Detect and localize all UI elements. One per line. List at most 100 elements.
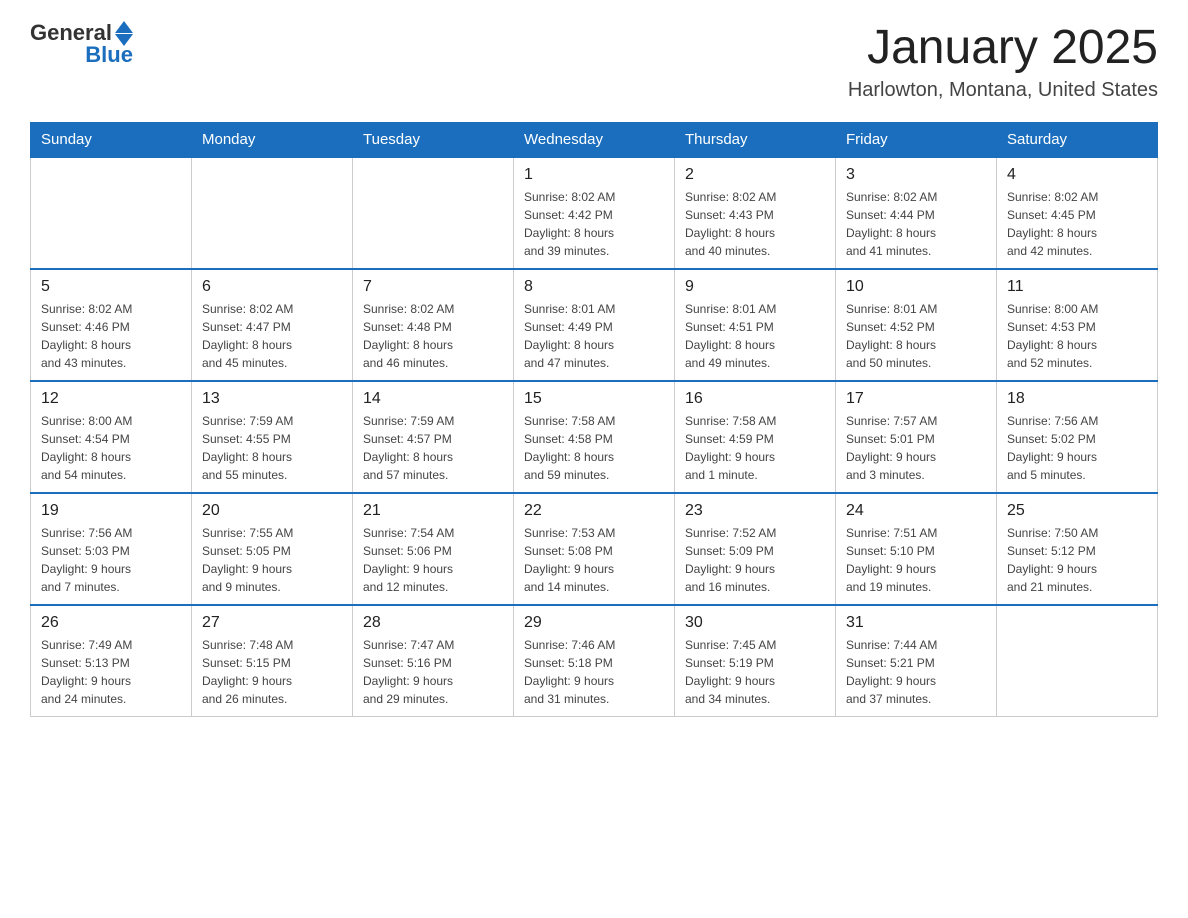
day-number: 25 bbox=[1007, 502, 1147, 520]
day-number: 6 bbox=[202, 278, 342, 296]
calendar-day-15: 15 Sunrise: 7:58 AMSunset: 4:58 PMDayligh… bbox=[514, 381, 675, 493]
day-header-friday: Friday bbox=[836, 123, 997, 158]
calendar-day-8: 8 Sunrise: 8:01 AMSunset: 4:49 PMDaylight… bbox=[514, 269, 675, 381]
calendar-day-29: 29 Sunrise: 7:46 AMSunset: 5:18 PMDayligh… bbox=[514, 605, 675, 717]
day-info: Sunrise: 8:02 AMSunset: 4:47 PMDaylight:… bbox=[202, 300, 342, 372]
day-number: 7 bbox=[363, 278, 503, 296]
day-info: Sunrise: 7:48 AMSunset: 5:15 PMDaylight:… bbox=[202, 636, 342, 708]
calendar-day-26: 26 Sunrise: 7:49 AMSunset: 5:13 PMDayligh… bbox=[31, 605, 192, 717]
day-number: 26 bbox=[41, 614, 181, 632]
day-number: 3 bbox=[846, 166, 986, 184]
calendar-day-23: 23 Sunrise: 7:52 AMSunset: 5:09 PMDayligh… bbox=[675, 493, 836, 605]
day-info: Sunrise: 7:46 AMSunset: 5:18 PMDaylight:… bbox=[524, 636, 664, 708]
calendar-day-24: 24 Sunrise: 7:51 AMSunset: 5:10 PMDayligh… bbox=[836, 493, 997, 605]
day-info: Sunrise: 7:45 AMSunset: 5:19 PMDaylight:… bbox=[685, 636, 825, 708]
day-number: 12 bbox=[41, 390, 181, 408]
calendar-empty-cell bbox=[31, 157, 192, 269]
day-info: Sunrise: 7:59 AMSunset: 4:55 PMDaylight:… bbox=[202, 412, 342, 484]
calendar-day-25: 25 Sunrise: 7:50 AMSunset: 5:12 PMDayligh… bbox=[997, 493, 1158, 605]
day-number: 21 bbox=[363, 502, 503, 520]
day-info: Sunrise: 7:54 AMSunset: 5:06 PMDaylight:… bbox=[363, 524, 503, 596]
day-number: 23 bbox=[685, 502, 825, 520]
calendar-day-4: 4 Sunrise: 8:02 AMSunset: 4:45 PMDaylight… bbox=[997, 157, 1158, 269]
calendar-day-20: 20Sunrise: 7:55 AMSunset: 5:05 PMDayligh… bbox=[192, 493, 353, 605]
calendar-day-21: 21 Sunrise: 7:54 AMSunset: 5:06 PMDayligh… bbox=[353, 493, 514, 605]
day-info: Sunrise: 8:00 AMSunset: 4:54 PMDaylight:… bbox=[41, 412, 181, 484]
day-info: Sunrise: 7:57 AMSunset: 5:01 PMDaylight:… bbox=[846, 412, 986, 484]
day-info: Sunrise: 7:53 AMSunset: 5:08 PMDaylight:… bbox=[524, 524, 664, 596]
day-info: Sunrise: 8:01 AMSunset: 4:49 PMDaylight:… bbox=[524, 300, 664, 372]
day-info: Sunrise: 7:56 AMSunset: 5:02 PMDaylight:… bbox=[1007, 412, 1147, 484]
calendar-day-5: 5 Sunrise: 8:02 AMSunset: 4:46 PMDaylight… bbox=[31, 269, 192, 381]
day-number: 28 bbox=[363, 614, 503, 632]
calendar-day-10: 10 Sunrise: 8:01 AMSunset: 4:52 PMDayligh… bbox=[836, 269, 997, 381]
calendar-day-18: 18Sunrise: 7:56 AMSunset: 5:02 PMDayligh… bbox=[997, 381, 1158, 493]
day-info: Sunrise: 7:51 AMSunset: 5:10 PMDaylight:… bbox=[846, 524, 986, 596]
day-number: 22 bbox=[524, 502, 664, 520]
logo-text-blue: Blue bbox=[85, 42, 133, 68]
calendar-day-1: 1 Sunrise: 8:02 AMSunset: 4:42 PMDaylight… bbox=[514, 157, 675, 269]
calendar-week-5: 26 Sunrise: 7:49 AMSunset: 5:13 PMDayligh… bbox=[31, 605, 1158, 717]
day-number: 13 bbox=[202, 390, 342, 408]
calendar-day-12: 12 Sunrise: 8:00 AMSunset: 4:54 PMDayligh… bbox=[31, 381, 192, 493]
calendar-empty-cell bbox=[997, 605, 1158, 717]
calendar-week-1: 1 Sunrise: 8:02 AMSunset: 4:42 PMDaylight… bbox=[31, 157, 1158, 269]
calendar-day-11: 11Sunrise: 8:00 AMSunset: 4:53 PMDayligh… bbox=[997, 269, 1158, 381]
day-number: 19 bbox=[41, 502, 181, 520]
calendar-empty-cell bbox=[353, 157, 514, 269]
title-block: January 2025 Harlowton, Montana, United … bbox=[848, 20, 1158, 102]
calendar-day-31: 31 Sunrise: 7:44 AMSunset: 5:21 PMDayligh… bbox=[836, 605, 997, 717]
day-number: 4 bbox=[1007, 166, 1147, 184]
day-info: Sunrise: 8:02 AMSunset: 4:42 PMDaylight:… bbox=[524, 188, 664, 260]
day-info: Sunrise: 7:55 AMSunset: 5:05 PMDaylight:… bbox=[202, 524, 342, 596]
day-info: Sunrise: 7:52 AMSunset: 5:09 PMDaylight:… bbox=[685, 524, 825, 596]
day-info: Sunrise: 7:44 AMSunset: 5:21 PMDaylight:… bbox=[846, 636, 986, 708]
day-header-wednesday: Wednesday bbox=[514, 123, 675, 158]
day-info: Sunrise: 8:02 AMSunset: 4:43 PMDaylight:… bbox=[685, 188, 825, 260]
day-header-thursday: Thursday bbox=[675, 123, 836, 158]
calendar-week-3: 12 Sunrise: 8:00 AMSunset: 4:54 PMDayligh… bbox=[31, 381, 1158, 493]
day-number: 29 bbox=[524, 614, 664, 632]
calendar-day-2: 2 Sunrise: 8:02 AMSunset: 4:43 PMDaylight… bbox=[675, 157, 836, 269]
day-number: 15 bbox=[524, 390, 664, 408]
day-info: Sunrise: 7:47 AMSunset: 5:16 PMDaylight:… bbox=[363, 636, 503, 708]
day-number: 24 bbox=[846, 502, 986, 520]
calendar-day-7: 7Sunrise: 8:02 AMSunset: 4:48 PMDaylight… bbox=[353, 269, 514, 381]
calendar-subtitle: Harlowton, Montana, United States bbox=[848, 79, 1158, 102]
calendar-day-14: 14 Sunrise: 7:59 AMSunset: 4:57 PMDayligh… bbox=[353, 381, 514, 493]
day-header-saturday: Saturday bbox=[997, 123, 1158, 158]
day-number: 17 bbox=[846, 390, 986, 408]
calendar-header-row: SundayMondayTuesdayWednesdayThursdayFrid… bbox=[31, 123, 1158, 158]
day-info: Sunrise: 7:56 AMSunset: 5:03 PMDaylight:… bbox=[41, 524, 181, 596]
day-number: 16 bbox=[685, 390, 825, 408]
calendar-empty-cell bbox=[192, 157, 353, 269]
day-info: Sunrise: 8:00 AMSunset: 4:53 PMDaylight:… bbox=[1007, 300, 1147, 372]
calendar-day-27: 27Sunrise: 7:48 AMSunset: 5:15 PMDayligh… bbox=[192, 605, 353, 717]
day-number: 31 bbox=[846, 614, 986, 632]
day-info: Sunrise: 8:02 AMSunset: 4:45 PMDaylight:… bbox=[1007, 188, 1147, 260]
day-number: 8 bbox=[524, 278, 664, 296]
logo: General Blue bbox=[30, 20, 133, 68]
calendar-week-2: 5 Sunrise: 8:02 AMSunset: 4:46 PMDaylight… bbox=[31, 269, 1158, 381]
calendar-day-3: 3 Sunrise: 8:02 AMSunset: 4:44 PMDaylight… bbox=[836, 157, 997, 269]
day-number: 2 bbox=[685, 166, 825, 184]
calendar-title: January 2025 bbox=[848, 20, 1158, 75]
calendar-day-30: 30Sunrise: 7:45 AMSunset: 5:19 PMDayligh… bbox=[675, 605, 836, 717]
calendar-day-13: 13 Sunrise: 7:59 AMSunset: 4:55 PMDayligh… bbox=[192, 381, 353, 493]
day-number: 1 bbox=[524, 166, 664, 184]
day-info: Sunrise: 7:50 AMSunset: 5:12 PMDaylight:… bbox=[1007, 524, 1147, 596]
day-info: Sunrise: 8:01 AMSunset: 4:52 PMDaylight:… bbox=[846, 300, 986, 372]
day-info: Sunrise: 7:59 AMSunset: 4:57 PMDaylight:… bbox=[363, 412, 503, 484]
page-header: General Blue January 2025 Harlowton, Mon… bbox=[30, 20, 1158, 102]
calendar-day-28: 28 Sunrise: 7:47 AMSunset: 5:16 PMDayligh… bbox=[353, 605, 514, 717]
day-info: Sunrise: 7:58 AMSunset: 4:58 PMDaylight:… bbox=[524, 412, 664, 484]
day-number: 10 bbox=[846, 278, 986, 296]
day-info: Sunrise: 7:58 AMSunset: 4:59 PMDaylight:… bbox=[685, 412, 825, 484]
calendar-week-4: 19 Sunrise: 7:56 AMSunset: 5:03 PMDayligh… bbox=[31, 493, 1158, 605]
day-number: 14 bbox=[363, 390, 503, 408]
day-info: Sunrise: 8:02 AMSunset: 4:44 PMDaylight:… bbox=[846, 188, 986, 260]
calendar-day-17: 17 Sunrise: 7:57 AMSunset: 5:01 PMDayligh… bbox=[836, 381, 997, 493]
day-info: Sunrise: 7:49 AMSunset: 5:13 PMDaylight:… bbox=[41, 636, 181, 708]
day-info: Sunrise: 8:02 AMSunset: 4:46 PMDaylight:… bbox=[41, 300, 181, 372]
day-number: 5 bbox=[41, 278, 181, 296]
